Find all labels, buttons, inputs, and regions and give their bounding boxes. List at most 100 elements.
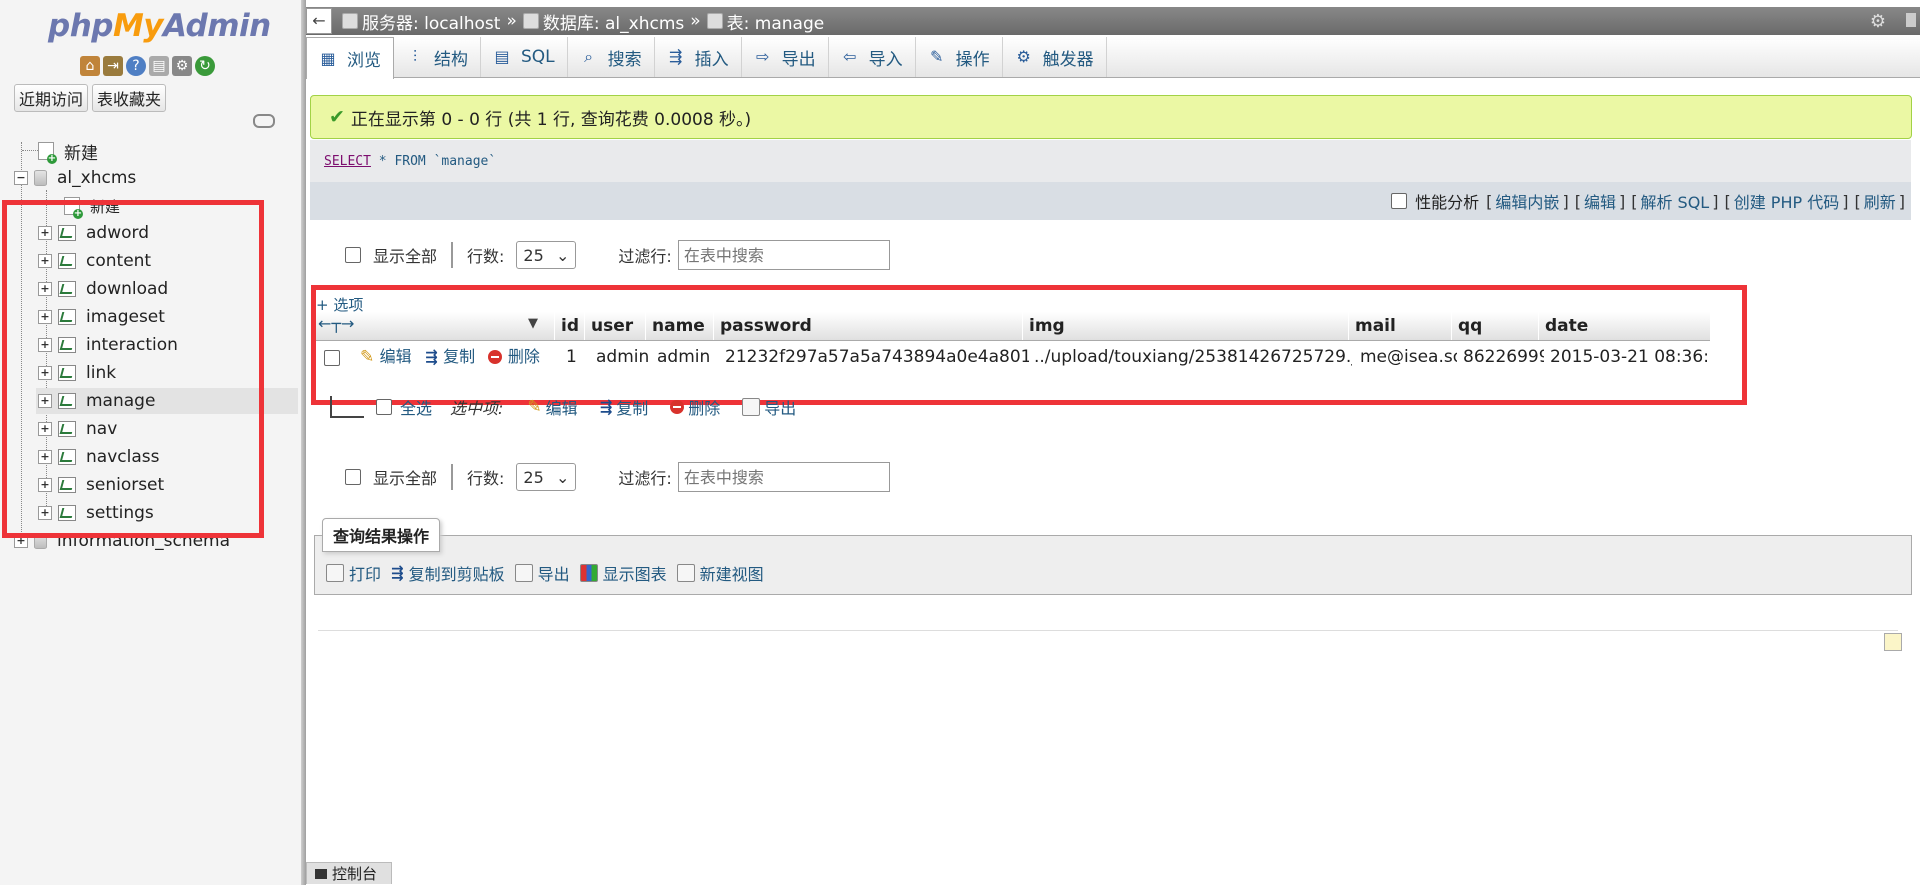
expand-icon[interactable]: + xyxy=(38,254,52,268)
reload-icon[interactable]: ↻ xyxy=(195,56,215,76)
cell-mail[interactable]: me@isea.so xyxy=(1354,342,1457,372)
row-edit-link[interactable]: 编辑 xyxy=(380,347,412,366)
create-view-button[interactable]: 新建视图 xyxy=(676,561,764,585)
select-all-checkbox[interactable] xyxy=(376,399,392,415)
tab-search[interactable]: ⌕ 搜索 xyxy=(568,37,655,77)
tab-import[interactable]: ⇦ 导入 xyxy=(829,37,916,77)
export-button[interactable]: 导出 xyxy=(514,561,570,585)
tree-db-information-schema[interactable]: + information_schema xyxy=(14,528,230,554)
settings-icon[interactable]: ⚙ xyxy=(172,56,192,76)
sql-keyword-link[interactable]: SELECT xyxy=(324,154,371,169)
tab-structure[interactable]: ⫶ 结构 xyxy=(394,37,481,77)
profiling-checkbox[interactable] xyxy=(1391,193,1408,209)
tree-table-navclass[interactable]: + navclass xyxy=(38,444,159,470)
nav-resize-handle[interactable] xyxy=(301,0,306,885)
tree-table-seniorset[interactable]: + seniorset xyxy=(38,472,164,498)
tree-table-manage[interactable]: + manage xyxy=(38,388,155,414)
edit-sql-link[interactable]: 编辑 xyxy=(1584,189,1616,213)
tree-table-settings[interactable]: + settings xyxy=(38,500,154,526)
show-all-checkbox[interactable] xyxy=(345,247,361,263)
display-chart-button[interactable]: 显示图表 xyxy=(579,561,667,585)
expand-icon[interactable]: + xyxy=(38,338,52,352)
cell-password[interactable]: 21232f297a57a5a743894a0e4a801fc3 xyxy=(719,342,1029,372)
expand-icon[interactable]: + xyxy=(38,422,52,436)
filter-rows-input[interactable] xyxy=(677,462,890,492)
recent-tables-button[interactable]: 近期访问 xyxy=(14,84,89,112)
expand-icon[interactable]: + xyxy=(38,506,52,520)
column-header-user[interactable]: user xyxy=(584,312,645,340)
tree-table-interaction[interactable]: + interaction xyxy=(38,332,178,358)
cell-user[interactable]: admin xyxy=(590,342,650,372)
help-icon[interactable]: ? xyxy=(126,56,146,76)
gear-icon[interactable]: ⚙ xyxy=(1870,11,1886,32)
expand-icon[interactable]: + xyxy=(14,534,28,548)
column-resize-icon[interactable]: ←┬→ xyxy=(318,314,354,333)
tree-table-link[interactable]: + link xyxy=(38,360,116,386)
phpmyadmin-logo[interactable]: phpMyAdmin xyxy=(48,8,271,44)
tree-table-content[interactable]: + content xyxy=(38,248,151,274)
rows-select[interactable]: 25 ⌄ xyxy=(516,463,577,491)
expand-icon[interactable]: + xyxy=(38,394,52,408)
show-all-checkbox[interactable] xyxy=(345,469,361,485)
bulk-export-button[interactable]: 导出 xyxy=(742,395,796,419)
row-checkbox[interactable] xyxy=(324,350,340,366)
tab-sql[interactable]: ▤ SQL xyxy=(481,37,568,77)
tab-insert[interactable]: ⇶ 插入 xyxy=(655,37,742,77)
sort-arrow-icon[interactable]: ▼ xyxy=(528,316,538,331)
column-header-name[interactable]: name xyxy=(645,312,713,340)
expand-icon[interactable]: + xyxy=(38,450,52,464)
expand-icon[interactable]: + xyxy=(38,478,52,492)
tree-db-al-xhcms[interactable]: − al_xhcms xyxy=(14,165,136,191)
rows-select[interactable]: 25 ⌄ xyxy=(516,241,577,269)
tree-table-imageset[interactable]: + imageset xyxy=(38,304,165,330)
cell-img[interactable]: ../upload/touxiang/25381426725729.jpg xyxy=(1028,342,1352,372)
breadcrumb-database[interactable]: 数据库: al_xhcms xyxy=(543,9,684,34)
expand-icon[interactable]: + xyxy=(38,310,52,324)
tree-table-download[interactable]: + download xyxy=(38,276,168,302)
breadcrumb-server[interactable]: 服务器: localhost xyxy=(362,9,500,34)
row-delete-link[interactable]: 删除 xyxy=(508,347,540,366)
tab-trigger[interactable]: ⚙ 触发器 xyxy=(1003,37,1107,77)
expand-icon[interactable]: + xyxy=(38,226,52,240)
collapse-nav-button[interactable]: ← xyxy=(306,8,332,34)
bulk-delete-button[interactable]: 删除 xyxy=(670,395,720,419)
expand-icon[interactable]: + xyxy=(38,282,52,296)
column-header-qq[interactable]: qq xyxy=(1451,312,1538,340)
tab-export[interactable]: ⇨ 导出 xyxy=(742,37,829,77)
explain-sql-link[interactable]: 解析 SQL xyxy=(1640,189,1709,213)
column-header-id[interactable]: id xyxy=(554,312,584,340)
row-copy-link[interactable]: 复制 xyxy=(443,347,475,366)
link-with-main-icon[interactable] xyxy=(253,114,275,128)
note-icon[interactable] xyxy=(1884,633,1902,651)
column-header-img[interactable]: img xyxy=(1022,312,1348,340)
print-button[interactable]: 打印 xyxy=(326,561,381,585)
tree-table-nav[interactable]: + nav xyxy=(38,416,117,442)
home-icon[interactable]: ⌂ xyxy=(80,56,100,76)
breadcrumb-table[interactable]: 表: manage xyxy=(727,9,825,34)
cell-date[interactable]: 2015-03-21 08:36:03 xyxy=(1544,342,1710,372)
console-toggle[interactable]: 控制台 xyxy=(306,862,392,884)
inline-edit-link[interactable]: 编辑内嵌 xyxy=(1495,189,1559,213)
cell-id[interactable]: 1 xyxy=(560,342,590,372)
scrollbar[interactable] xyxy=(1906,13,1916,27)
cell-name[interactable]: admin xyxy=(651,342,717,372)
filter-rows-input[interactable] xyxy=(677,240,890,270)
tab-browse[interactable]: ▦ 浏览 xyxy=(306,37,394,79)
docs-icon[interactable]: ▤ xyxy=(149,56,169,76)
column-header-password[interactable]: password xyxy=(713,312,1022,340)
cell-qq[interactable]: 86226999 xyxy=(1457,342,1544,372)
tab-wrench[interactable]: ✎ 操作 xyxy=(916,37,1003,77)
expand-icon[interactable]: + xyxy=(38,366,52,380)
column-header-date[interactable]: date xyxy=(1538,312,1710,340)
favorite-tables-button[interactable]: 表收藏夹 xyxy=(92,84,167,112)
logout-icon[interactable]: ⇥ xyxy=(103,56,123,76)
select-all-label[interactable]: 全选 xyxy=(400,395,432,419)
bulk-edit-button[interactable]: ✎ 编辑 xyxy=(527,395,577,419)
tree-table-adword[interactable]: + adword xyxy=(38,220,149,246)
copy-clipboard-button[interactable]: ⇶ 复制到剪贴板 xyxy=(391,561,505,585)
create-php-link[interactable]: 创建 PHP 代码 xyxy=(1734,189,1840,213)
bulk-copy-button[interactable]: ⇶ 复制 xyxy=(600,395,649,419)
refresh-link[interactable]: 刷新 xyxy=(1864,189,1896,213)
tree-db-new-table[interactable]: 新建 xyxy=(64,193,120,219)
collapse-icon[interactable]: − xyxy=(14,171,28,185)
